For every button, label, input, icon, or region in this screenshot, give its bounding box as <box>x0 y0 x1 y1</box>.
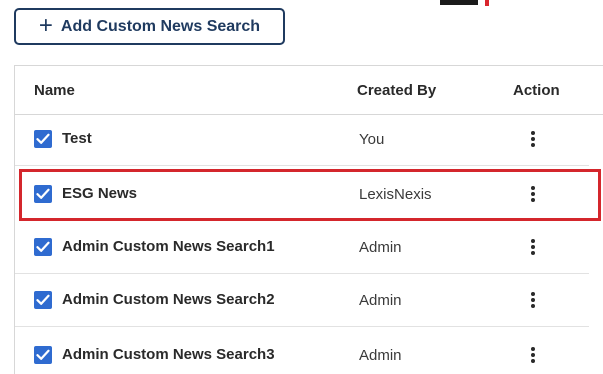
row-checkbox[interactable] <box>34 130 52 148</box>
add-button-label: Add Custom News Search <box>60 17 261 35</box>
more-actions-icon[interactable] <box>527 185 539 205</box>
row-name: ESG News <box>62 185 138 202</box>
check-icon <box>36 188 50 199</box>
plus-icon: + <box>38 11 53 39</box>
table-row-highlighted[interactable]: ESG News LexisNexis <box>19 169 601 221</box>
clipped-accent-mark <box>485 0 489 6</box>
row-created-by: Admin <box>359 239 402 256</box>
check-icon <box>36 241 50 252</box>
custom-news-table: Name Created By Action Test You ESG News… <box>14 65 603 374</box>
row-name: Admin Custom News Search3 <box>62 346 275 363</box>
table-row[interactable]: Admin Custom News Search2 Admin <box>15 276 589 327</box>
row-checkbox[interactable] <box>34 238 52 256</box>
row-created-by: Admin <box>359 347 402 364</box>
more-actions-icon[interactable] <box>527 291 539 311</box>
row-checkbox[interactable] <box>34 346 52 364</box>
custom-news-page: + Add Custom News Search Name Created By… <box>0 0 603 374</box>
row-created-by: You <box>359 131 385 148</box>
add-custom-news-search-button[interactable]: + Add Custom News Search <box>14 8 285 45</box>
row-name: Test <box>62 130 92 147</box>
check-icon <box>36 133 50 144</box>
row-checkbox[interactable] <box>34 291 52 309</box>
column-header-action: Action <box>513 82 560 99</box>
row-created-by: LexisNexis <box>359 186 432 203</box>
row-name: Admin Custom News Search2 <box>62 291 275 308</box>
check-icon <box>36 349 50 360</box>
table-row[interactable]: Admin Custom News Search3 Admin <box>15 331 589 374</box>
column-header-created-by[interactable]: Created By <box>357 82 436 99</box>
more-actions-icon[interactable] <box>527 130 539 150</box>
row-created-by: Admin <box>359 292 402 309</box>
clipped-logo-fragment <box>440 0 478 5</box>
more-actions-icon[interactable] <box>527 238 539 258</box>
clipped-header-fragment <box>440 0 603 6</box>
row-checkbox[interactable] <box>34 185 52 203</box>
table-row[interactable]: Admin Custom News Search1 Admin <box>15 223 589 274</box>
column-header-name[interactable]: Name <box>34 82 75 99</box>
check-icon <box>36 294 50 305</box>
table-row[interactable]: Test You <box>15 115 589 166</box>
more-actions-icon[interactable] <box>527 346 539 366</box>
row-name: Admin Custom News Search1 <box>62 238 275 255</box>
table-header: Name Created By Action <box>15 66 603 115</box>
